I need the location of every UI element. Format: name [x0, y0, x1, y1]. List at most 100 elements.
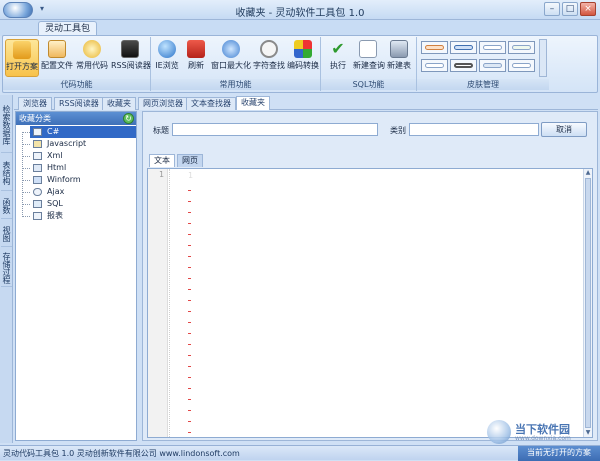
common-code-icon [83, 40, 101, 58]
line-number-gutter: 1 [148, 169, 168, 437]
encode-convert-icon [294, 40, 312, 58]
open-solution-button[interactable]: 打开方案 [5, 39, 39, 77]
tab-webpage[interactable]: 网页 [177, 154, 203, 167]
window-title: 收藏夹 - 灵动软件工具包 1.0 [235, 8, 365, 19]
category-tree: C# Javascript Xml Html Winform Ajax SQL … [22, 126, 136, 222]
winform-icon [33, 176, 42, 184]
editor-vertical-scrollbar[interactable]: ▲ ▼ [583, 169, 592, 437]
group-label-sql: SQL功能 [321, 79, 416, 90]
rss-reader-button[interactable]: RSS阅读器 [111, 39, 151, 77]
execute-icon: ✔ [331, 39, 345, 58]
tree-item-csharp[interactable]: C# [22, 126, 136, 138]
scroll-thumb[interactable] [585, 178, 591, 428]
title-bar: ▾ 收藏夹 - 灵动软件工具包 1.0 – □ × [0, 0, 600, 20]
skin-swatch-5[interactable] [421, 59, 448, 72]
refresh-categories-icon[interactable]: ↻ [123, 113, 134, 124]
doc-tab-favorites[interactable]: 收藏夹 [102, 97, 136, 110]
new-query-button[interactable]: 新建查询 [353, 39, 385, 77]
title-input[interactable] [172, 123, 378, 136]
csharp-file-icon [33, 128, 42, 136]
search-text-icon [260, 40, 278, 58]
doc-tab-rss[interactable]: RSS阅读器 [54, 97, 104, 110]
tree-item-report[interactable]: 报表 [22, 210, 136, 222]
code-editor[interactable]: 1 1 ▲ ▼ [147, 168, 593, 438]
tab-text[interactable]: 文本 [149, 154, 175, 167]
line-number: 1 [159, 170, 165, 179]
tree-item-javascript[interactable]: Javascript [22, 138, 136, 150]
skin-swatch-2[interactable] [450, 41, 477, 54]
maximize-button[interactable]: □ [562, 2, 578, 16]
status-text: 灵动代码工具包 1.0 灵动创新软件有限公司 www.lindonsoft.co… [3, 449, 240, 458]
group-label-skin: 皮肤管理 [417, 79, 549, 90]
encode-convert-button[interactable]: 编码转换 [287, 39, 319, 77]
watermark-subtext: www.downxia.com [515, 435, 571, 442]
category-input[interactable] [409, 123, 539, 136]
doc-tab-browser[interactable]: 浏览器 [18, 97, 52, 110]
ribbon: 打开方案 配置文件 常用代码 RSS阅读器 代码功能 IE浏览 刷新 窗口最大化 [2, 35, 598, 93]
skin-swatch-3[interactable] [479, 41, 506, 54]
tree-item-ajax[interactable]: Ajax [22, 186, 136, 198]
line-markers [188, 183, 191, 437]
current-solution-status: 当前无打开的方案 [518, 446, 600, 461]
side-item-functions[interactable]: 函数 [1, 193, 12, 219]
category-label: 类别 [390, 126, 406, 135]
ribbon-tab-main[interactable]: 灵动工具包 [38, 21, 98, 36]
skin-swatch-8[interactable] [508, 59, 535, 72]
refresh-icon [187, 40, 205, 58]
document-tab-strip: 浏览器 RSS阅读器 收藏夹 网页浏览器 文本查找器 收藏夹 [14, 96, 598, 110]
tree-item-winform[interactable]: Winform [22, 174, 136, 186]
skin-swatch-1[interactable] [421, 41, 448, 54]
cancel-button[interactable]: 取消 [541, 122, 587, 137]
skin-swatch-6[interactable] [450, 59, 477, 72]
ajax-gear-icon [33, 188, 42, 196]
refresh-button[interactable]: 刷新 [183, 39, 209, 77]
new-table-icon [390, 40, 408, 58]
ribbon-group-skin: 皮肤管理 [417, 37, 549, 91]
ie-browse-button[interactable]: IE浏览 [153, 39, 181, 77]
tree-item-xml[interactable]: Xml [22, 150, 136, 162]
skin-gallery-scroll[interactable] [539, 39, 547, 77]
common-code-button[interactable]: 常用代码 [75, 39, 109, 77]
sql-file-icon [33, 200, 42, 208]
maximize-window-button[interactable]: 窗口最大化 [211, 39, 251, 77]
minimize-button[interactable]: – [544, 2, 560, 16]
skin-swatch-4[interactable] [508, 41, 535, 54]
ie-browse-icon [158, 40, 176, 58]
group-label-code: 代码功能 [3, 79, 150, 90]
ribbon-tab-strip: 灵动工具包 [0, 20, 600, 36]
report-file-icon [33, 212, 42, 220]
category-panel: 收藏分类 ↻ C# Javascript Xml Html Winform Aj… [15, 111, 137, 441]
execute-button[interactable]: ✔ 执行 [325, 39, 351, 77]
new-query-icon [359, 40, 377, 58]
doc-tab-favorites-active[interactable]: 收藏夹 [236, 96, 270, 110]
side-item-search-db[interactable]: 检索数据库 [1, 97, 12, 153]
side-navigation: 检索数据库 表结构 函数 视图 存储过程 [0, 95, 13, 443]
ribbon-group-code: 打开方案 配置文件 常用代码 RSS阅读器 代码功能 [3, 37, 151, 91]
tree-item-html[interactable]: Html [22, 162, 136, 174]
first-line-marker: 1 [188, 171, 194, 180]
side-item-stored-procedures[interactable]: 存储过程 [1, 249, 12, 287]
config-file-button[interactable]: 配置文件 [41, 39, 73, 77]
watermark-logo-icon [487, 420, 511, 444]
site-watermark: 当下软件园 www.downxia.com [487, 420, 587, 446]
maximize-window-icon [222, 40, 240, 58]
html-file-icon [33, 164, 42, 172]
close-button[interactable]: × [580, 2, 596, 16]
rss-reader-icon [121, 40, 139, 58]
favorite-editor-area: 标题 类别 取消 文本 网页 1 1 ▲ ▼ [142, 111, 598, 441]
side-item-views[interactable]: 视图 [1, 221, 12, 247]
tree-item-sql[interactable]: SQL [22, 198, 136, 210]
ribbon-group-common: IE浏览 刷新 窗口最大化 字符查找 编码转换 常用功能 [151, 37, 321, 91]
search-text-button[interactable]: 字符查找 [253, 39, 285, 77]
skin-swatch-7[interactable] [479, 59, 506, 72]
title-label: 标题 [153, 126, 169, 135]
side-item-table-structure[interactable]: 表结构 [1, 155, 12, 191]
gutter-separator [169, 169, 170, 437]
doc-tab-web-browser[interactable]: 网页浏览器 [138, 97, 188, 110]
open-solution-icon [13, 41, 31, 59]
javascript-file-icon [33, 140, 42, 148]
new-table-button[interactable]: 新建表 [385, 39, 413, 77]
scroll-up-arrow-icon[interactable]: ▲ [584, 169, 592, 177]
doc-tab-text-finder[interactable]: 文本查找器 [186, 97, 236, 110]
category-panel-header: 收藏分类 ↻ [16, 112, 136, 125]
